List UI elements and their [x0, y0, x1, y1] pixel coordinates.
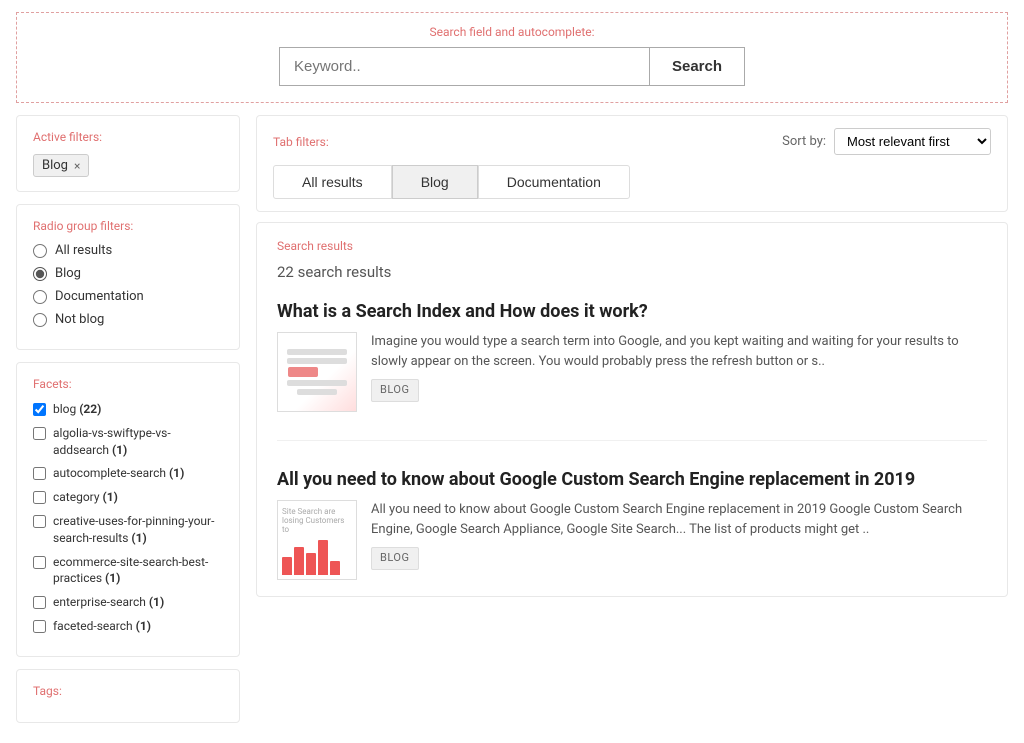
- facet-creative-checkbox[interactable]: [33, 515, 46, 528]
- result-tag-1: BLOG: [371, 379, 419, 402]
- radio-all-results-input[interactable]: [33, 244, 47, 258]
- facet-faceted-label: faceted-search (1): [53, 618, 151, 635]
- radio-all-results-label: All results: [55, 243, 112, 258]
- result-excerpt-2: All you need to know about Google Custom…: [371, 502, 962, 537]
- result-tag-2: BLOG: [371, 547, 419, 570]
- radio-not-blog-label: Not blog: [55, 312, 104, 327]
- result-body-2: Site Search are losing Customers to Al: [277, 500, 987, 580]
- result-thumbnail-1: [277, 332, 357, 412]
- active-filters-section: Active filters: Blog ×: [16, 115, 240, 192]
- radio-documentation-input[interactable]: [33, 290, 47, 304]
- content-area: Tab filters: Sort by: Most relevant firs…: [256, 115, 1008, 735]
- sort-select[interactable]: Most relevant first Newest first Oldest …: [834, 128, 991, 155]
- result-item-2: All you need to know about Google Custom…: [277, 469, 987, 580]
- facet-category-label: category (1): [53, 489, 118, 506]
- active-filter-tag-label: Blog: [42, 158, 68, 173]
- main-layout: Active filters: Blog × Radio group filte…: [16, 115, 1008, 735]
- facet-autocomplete-label: autocomplete-search (1): [53, 465, 184, 482]
- sort-by-label: Sort by:: [782, 134, 826, 149]
- facet-enterprise-label: enterprise-search (1): [53, 594, 164, 611]
- result-text-1: Imagine you would type a search term int…: [371, 332, 987, 402]
- results-label: Search results: [277, 239, 987, 253]
- facet-ecommerce-checkbox[interactable]: [33, 556, 46, 569]
- filters-bar-top: Tab filters: Sort by: Most relevant firs…: [273, 128, 991, 155]
- facets-label: Facets:: [33, 377, 223, 391]
- facet-algolia-label: algolia-vs-swiftype-vs-addsearch (1): [53, 425, 223, 459]
- radio-blog[interactable]: Blog: [33, 266, 223, 281]
- radio-filters-section: Radio group filters: All results Blog Do…: [16, 204, 240, 350]
- facet-autocomplete[interactable]: autocomplete-search (1): [33, 465, 223, 482]
- search-bar: Search: [279, 47, 745, 86]
- sidebar: Active filters: Blog × Radio group filte…: [16, 115, 256, 735]
- facet-blog-label: blog (22): [53, 401, 101, 418]
- tab-filters-label: Tab filters:: [273, 135, 329, 149]
- active-filter-tag[interactable]: Blog ×: [33, 154, 89, 177]
- search-input[interactable]: [279, 47, 649, 86]
- facet-enterprise-checkbox[interactable]: [33, 596, 46, 609]
- sort-by-area: Sort by: Most relevant first Newest firs…: [782, 128, 991, 155]
- tab-filters: All results Blog Documentation: [273, 165, 991, 199]
- facet-algolia-checkbox[interactable]: [33, 427, 46, 440]
- search-section-label: Search field and autocomplete:: [429, 25, 594, 39]
- results-count: 22 search results: [277, 263, 987, 281]
- facet-autocomplete-checkbox[interactable]: [33, 467, 46, 480]
- facet-ecommerce-label: ecommerce-site-search-best-practices (1): [53, 554, 223, 588]
- facet-category-checkbox[interactable]: [33, 491, 46, 504]
- facet-creative-label: creative-uses-for-pinning-your-search-re…: [53, 513, 223, 547]
- radio-documentation-label: Documentation: [55, 289, 144, 304]
- tags-label: Tags:: [33, 684, 223, 698]
- results-area: Search results 22 search results What is…: [256, 222, 1008, 597]
- active-filters-label: Active filters:: [33, 130, 223, 144]
- result-title-1[interactable]: What is a Search Index and How does it w…: [277, 301, 987, 322]
- result-excerpt-1: Imagine you would type a search term int…: [371, 334, 959, 369]
- facet-blog[interactable]: blog (22): [33, 401, 223, 418]
- facets-section: Facets: blog (22) algolia-vs-swiftype-vs…: [16, 362, 240, 657]
- radio-not-blog-input[interactable]: [33, 313, 47, 327]
- search-button[interactable]: Search: [649, 47, 745, 86]
- active-filter-close-icon[interactable]: ×: [74, 159, 80, 173]
- radio-blog-label: Blog: [55, 266, 81, 281]
- tab-documentation[interactable]: Documentation: [478, 165, 630, 199]
- radio-all-results[interactable]: All results: [33, 243, 223, 258]
- result-item-1: What is a Search Index and How does it w…: [277, 301, 987, 441]
- tab-blog[interactable]: Blog: [392, 165, 478, 199]
- filters-bar: Tab filters: Sort by: Most relevant firs…: [256, 115, 1008, 212]
- facet-faceted-checkbox[interactable]: [33, 620, 46, 633]
- radio-blog-input[interactable]: [33, 267, 47, 281]
- facet-blog-checkbox[interactable]: [33, 403, 46, 416]
- result-text-2: All you need to know about Google Custom…: [371, 500, 987, 570]
- facet-faceted[interactable]: faceted-search (1): [33, 618, 223, 635]
- tags-section: Tags:: [16, 669, 240, 723]
- radio-documentation[interactable]: Documentation: [33, 289, 223, 304]
- radio-not-blog[interactable]: Not blog: [33, 312, 223, 327]
- radio-filters-label: Radio group filters:: [33, 219, 223, 233]
- result-thumbnail-2: Site Search are losing Customers to: [277, 500, 357, 580]
- facet-creative[interactable]: creative-uses-for-pinning-your-search-re…: [33, 513, 223, 547]
- result-body-1: Imagine you would type a search term int…: [277, 332, 987, 412]
- facet-category[interactable]: category (1): [33, 489, 223, 506]
- tab-all-results[interactable]: All results: [273, 165, 392, 199]
- search-section: Search field and autocomplete: Search: [16, 12, 1008, 103]
- facet-algolia[interactable]: algolia-vs-swiftype-vs-addsearch (1): [33, 425, 223, 459]
- facet-ecommerce[interactable]: ecommerce-site-search-best-practices (1): [33, 554, 223, 588]
- result-title-2[interactable]: All you need to know about Google Custom…: [277, 469, 987, 490]
- facet-enterprise[interactable]: enterprise-search (1): [33, 594, 223, 611]
